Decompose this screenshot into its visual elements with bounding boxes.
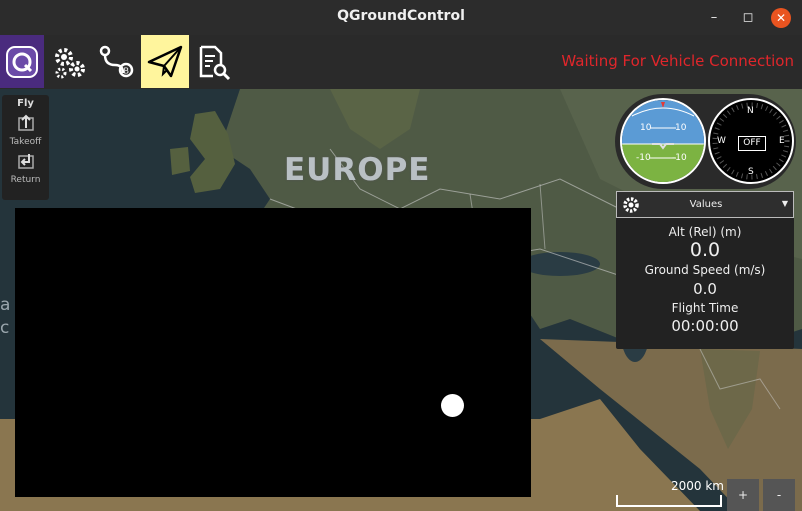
map-scale-tick-right	[720, 495, 722, 507]
main-toolbar: B Waiting For Vehicle Connection	[0, 35, 802, 89]
instrument-panel[interactable]: 10 10 -10 -10 N W E S OFF	[615, 94, 796, 189]
alt-label: Alt (Rel) (m)	[668, 225, 742, 239]
map-region-label: EUROPE	[284, 152, 431, 188]
video-stream-panel[interactable]	[15, 208, 531, 497]
takeoff-icon	[17, 114, 34, 131]
ground-speed-value: 0.0	[693, 280, 717, 298]
chevron-down-icon[interactable]: ▼	[782, 199, 788, 208]
takeoff-label: Takeoff	[9, 137, 42, 147]
map-scale-label: 2000 km	[671, 479, 724, 493]
pitch-label-up-right: 10	[675, 123, 687, 133]
fly-view-button[interactable]	[141, 35, 189, 88]
return-label: Return	[10, 175, 41, 185]
compass-west: W	[717, 136, 726, 146]
compass-north: N	[747, 106, 754, 116]
paper-plane-icon	[147, 45, 183, 77]
zoom-in-button[interactable]: +	[727, 479, 759, 511]
takeoff-button[interactable]: Takeoff	[2, 114, 49, 147]
pitch-label-down-right: -10	[672, 153, 687, 163]
flight-time-label: Flight Time	[671, 301, 739, 315]
attitude-graphic	[622, 100, 704, 182]
map-view[interactable]: EUROPE a c Fly Takeoff Return 10 10 -10 …	[0, 89, 802, 511]
compass-heading-box: OFF	[738, 136, 766, 151]
zoom-out-button[interactable]: -	[763, 479, 795, 511]
maximize-icon[interactable]: ◻	[738, 8, 758, 28]
map-scale-bar	[616, 505, 722, 507]
svg-text:B: B	[124, 66, 130, 75]
plan-route-icon: B	[99, 45, 134, 77]
compass-south: S	[748, 167, 754, 177]
pitch-label-down-left: -10	[636, 153, 651, 163]
gears-icon	[55, 47, 85, 78]
value-row-flight-time: Flight Time 00:00:00	[616, 301, 794, 335]
window-title: QGroundControl	[337, 8, 465, 24]
minimize-icon[interactable]: –	[704, 8, 724, 28]
attitude-indicator: 10 10 -10 -10	[620, 98, 706, 184]
analyze-button[interactable]	[193, 35, 235, 88]
map-scale: 2000 km	[614, 467, 726, 511]
map-edge-text-bottom: c	[0, 318, 10, 338]
return-icon	[17, 154, 34, 169]
plan-flight-button[interactable]: B	[95, 35, 137, 88]
values-panel-header[interactable]: Values ▼	[616, 191, 794, 218]
pitch-label-up-left: 10	[640, 123, 652, 133]
video-indicator-dot	[441, 394, 464, 417]
app-menu-button[interactable]	[0, 35, 44, 88]
value-row-alt: Alt (Rel) (m) 0.0	[616, 225, 794, 261]
document-search-icon	[199, 45, 231, 80]
window-titlebar: QGroundControl – ◻ ✕	[0, 0, 802, 35]
values-panel: Values ▼ Alt (Rel) (m) 0.0 Ground Speed …	[616, 191, 794, 349]
flight-time-value: 00:00:00	[671, 317, 739, 335]
fly-tools-header: Fly	[17, 98, 34, 109]
values-panel-title: Values	[689, 199, 723, 210]
fly-tools-panel: Fly Takeoff Return	[2, 95, 49, 200]
close-icon[interactable]: ✕	[771, 8, 791, 28]
compass-indicator: N W E S OFF	[708, 98, 794, 184]
qgc-logo-icon	[6, 45, 38, 78]
connection-status-text: Waiting For Vehicle Connection	[561, 52, 794, 70]
vehicle-setup-button[interactable]	[48, 35, 90, 88]
compass-east: E	[779, 136, 785, 146]
value-row-ground-speed: Ground Speed (m/s) 0.0	[616, 263, 794, 298]
return-button[interactable]: Return	[2, 152, 49, 185]
map-edge-text-top: a	[0, 295, 11, 315]
ground-speed-label: Ground Speed (m/s)	[644, 263, 766, 277]
alt-value: 0.0	[689, 239, 721, 261]
